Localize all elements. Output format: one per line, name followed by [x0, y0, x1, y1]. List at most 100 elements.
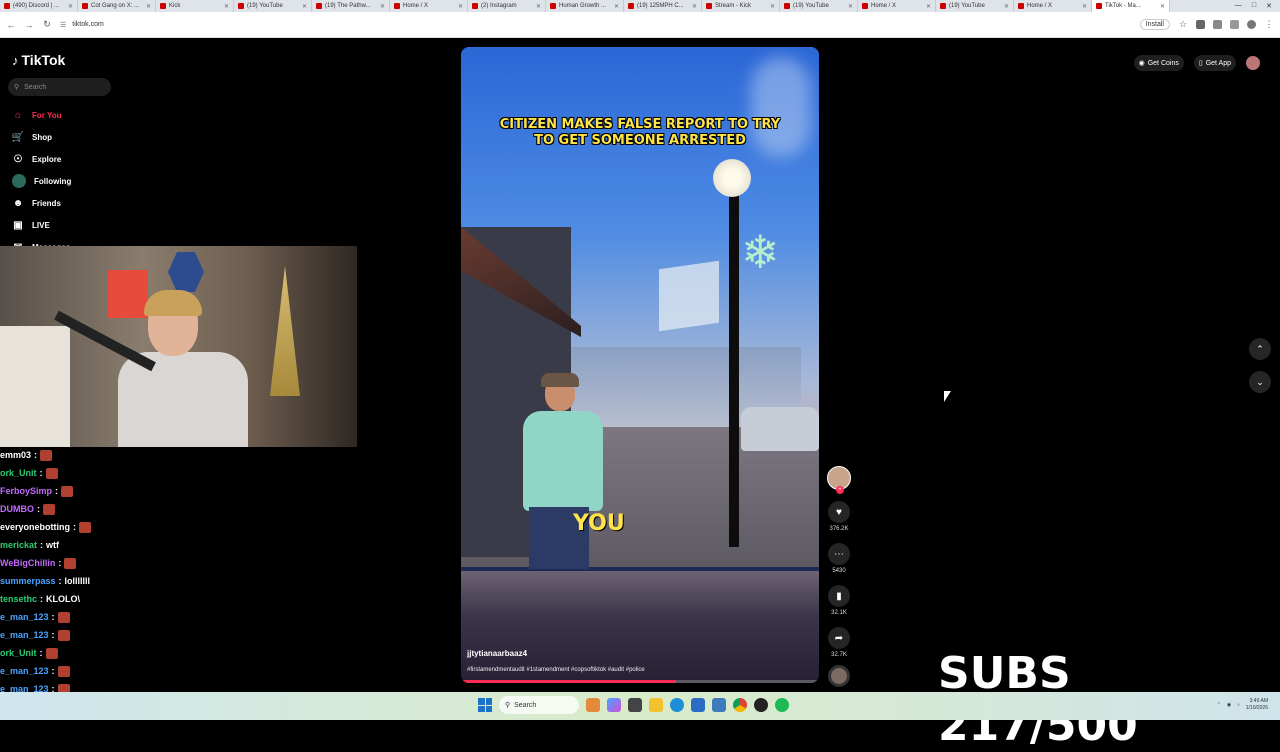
- creator-avatar[interactable]: +: [827, 466, 851, 494]
- sidebar-item-live[interactable]: ▣ LIVE: [12, 214, 152, 236]
- previous-video-button[interactable]: ⌃: [1249, 338, 1271, 360]
- windows-taskbar: ⚲ Search ⌃ ◉ ♪ 3:49 AM 1/10/2026: [0, 692, 1280, 720]
- browser-tab[interactable]: (19) YouTube ✕: [780, 0, 858, 12]
- back-icon[interactable]: ←: [6, 20, 16, 30]
- minimize-icon[interactable]: —: [1235, 2, 1242, 10]
- sidebar-item-following[interactable]: Following: [12, 170, 152, 192]
- chat-username: emm03: [0, 450, 32, 460]
- tab-close-icon[interactable]: ✕: [926, 3, 931, 10]
- share-button[interactable]: ➦: [828, 627, 850, 649]
- sidebar-item-shop[interactable]: 🛒 Shop: [12, 126, 152, 148]
- follow-plus-icon[interactable]: +: [836, 486, 844, 494]
- get-app-button[interactable]: ▯ Get App: [1193, 55, 1236, 71]
- tab-close-icon[interactable]: ✕: [770, 3, 775, 10]
- browser-tab[interactable]: Home / X ✕: [1014, 0, 1092, 12]
- tab-close-icon[interactable]: ✕: [458, 3, 463, 10]
- tab-close-icon[interactable]: ✕: [536, 3, 541, 10]
- tab-close-icon[interactable]: ✕: [614, 3, 619, 10]
- install-button[interactable]: Install: [1139, 19, 1170, 30]
- profile-icon[interactable]: [1247, 20, 1256, 29]
- windows-start-icon[interactable]: [478, 698, 492, 712]
- next-video-button[interactable]: ⌄: [1249, 371, 1271, 393]
- chat-message: ork_Unit:: [0, 464, 220, 482]
- sidebar-item-explore[interactable]: ☉ Explore: [12, 148, 152, 170]
- browser-tab[interactable]: Human Growth ... ✕: [546, 0, 624, 12]
- video-caption: CITIZEN MAKES FALSE REPORT TO TRY TO GET…: [461, 117, 819, 149]
- file-explorer-icon[interactable]: [649, 698, 663, 712]
- widgets-icon[interactable]: [586, 698, 600, 712]
- save-button[interactable]: ▮: [828, 585, 850, 607]
- tab-close-icon[interactable]: ✕: [1004, 3, 1009, 10]
- tab-close-icon[interactable]: ✕: [146, 3, 151, 10]
- tab-close-icon[interactable]: ✕: [1160, 3, 1165, 10]
- browser-tab[interactable]: Cot Gang on X: ... ✕: [78, 0, 156, 12]
- site-info-icon[interactable]: ☰: [60, 21, 66, 29]
- chrome-icon[interactable]: [733, 698, 747, 712]
- reload-icon[interactable]: ↻: [42, 19, 52, 30]
- tab-title: Cot Gang on X: ...: [91, 3, 140, 9]
- tab-close-icon[interactable]: ✕: [1082, 3, 1087, 10]
- video-nav-arrows: ⌃ ⌄: [1249, 338, 1271, 393]
- tab-favicon-icon: [862, 3, 868, 9]
- obs-icon[interactable]: [754, 698, 768, 712]
- tab-close-icon[interactable]: ✕: [302, 3, 307, 10]
- logo-text: TikTok: [21, 52, 66, 68]
- video-author[interactable]: jjtytianaarbaaz4: [467, 649, 527, 658]
- clock[interactable]: 3:49 AM 1/10/2026: [1246, 698, 1268, 712]
- copilot-icon[interactable]: [607, 698, 621, 712]
- close-window-icon[interactable]: ✕: [1266, 2, 1272, 10]
- search-input[interactable]: ⚲ Search: [8, 78, 111, 96]
- get-coins-button[interactable]: ◉ Get Coins: [1133, 55, 1184, 71]
- video-progress-bar[interactable]: [461, 680, 819, 683]
- browser-tab[interactable]: (490) Discord | ... ✕: [0, 0, 78, 12]
- like-button[interactable]: ♥: [828, 501, 850, 523]
- browser-tab[interactable]: Home / X ✕: [858, 0, 936, 12]
- extension-icon[interactable]: [1230, 20, 1239, 29]
- browser-tab[interactable]: Home / X ✕: [390, 0, 468, 12]
- task-view-icon[interactable]: [628, 698, 642, 712]
- extension-icon[interactable]: [1213, 20, 1222, 29]
- tab-close-icon[interactable]: ✕: [848, 3, 853, 10]
- browser-tab[interactable]: (19) YouTube ✕: [936, 0, 1014, 12]
- sidebar-item-friends[interactable]: ☻ Friends: [12, 192, 152, 214]
- spotify-icon[interactable]: [775, 698, 789, 712]
- chair: [0, 326, 70, 447]
- browser-tab[interactable]: (19) 125MPH C... ✕: [624, 0, 702, 12]
- extension-icon[interactable]: [1196, 20, 1205, 29]
- edge-icon[interactable]: [670, 698, 684, 712]
- tab-close-icon[interactable]: ✕: [224, 3, 229, 10]
- video-player[interactable]: ❄ CITIZEN MAKES FALSE REPORT TO TRY TO G…: [461, 47, 819, 683]
- store-icon[interactable]: [691, 698, 705, 712]
- wifi-icon[interactable]: ◉: [1227, 702, 1231, 708]
- tab-favicon-icon: [238, 3, 244, 9]
- tab-close-icon[interactable]: ✕: [692, 3, 697, 10]
- chat-message: e_man_123:: [0, 662, 220, 680]
- browser-tab[interactable]: Kick ✕: [156, 0, 234, 12]
- tiktok-logo[interactable]: ♪ TikTok: [12, 52, 65, 68]
- browser-tab[interactable]: TikTok - Ma... ✕: [1092, 0, 1170, 12]
- music-disc-icon[interactable]: [828, 665, 850, 687]
- forward-icon[interactable]: →: [24, 20, 34, 30]
- taskbar-search[interactable]: ⚲ Search: [499, 696, 579, 714]
- chat-separator: :: [39, 468, 43, 478]
- chat-username: e_man_123: [0, 612, 49, 622]
- browser-tab[interactable]: (19) YouTube ✕: [234, 0, 312, 12]
- tab-close-icon[interactable]: ✕: [68, 3, 73, 10]
- app-icon[interactable]: [712, 698, 726, 712]
- menu-dots-icon[interactable]: ⋮: [1264, 19, 1274, 30]
- maximize-icon[interactable]: □: [1252, 2, 1256, 10]
- browser-tab[interactable]: Stream - Kick ✕: [702, 0, 780, 12]
- comment-button[interactable]: ⋯: [828, 543, 850, 565]
- avatar[interactable]: [1246, 56, 1260, 70]
- browser-tab[interactable]: (19) The Pathw... ✕: [312, 0, 390, 12]
- volume-icon[interactable]: ♪: [1237, 702, 1240, 708]
- bookmark-star-icon[interactable]: ☆: [1178, 19, 1188, 30]
- video-hashtags[interactable]: #firstamendmentaudit #1stamendment #cops…: [467, 667, 645, 673]
- comment-count: 5430: [832, 568, 846, 574]
- chevron-up-icon[interactable]: ⌃: [1217, 702, 1221, 708]
- sidebar-item-for-you[interactable]: ⌂ For You: [12, 104, 152, 126]
- browser-tab[interactable]: (2) Instagram ✕: [468, 0, 546, 12]
- url-field[interactable]: ☰ tiktok.com: [60, 21, 1132, 29]
- tab-close-icon[interactable]: ✕: [380, 3, 385, 10]
- tab-favicon-icon: [1018, 3, 1024, 9]
